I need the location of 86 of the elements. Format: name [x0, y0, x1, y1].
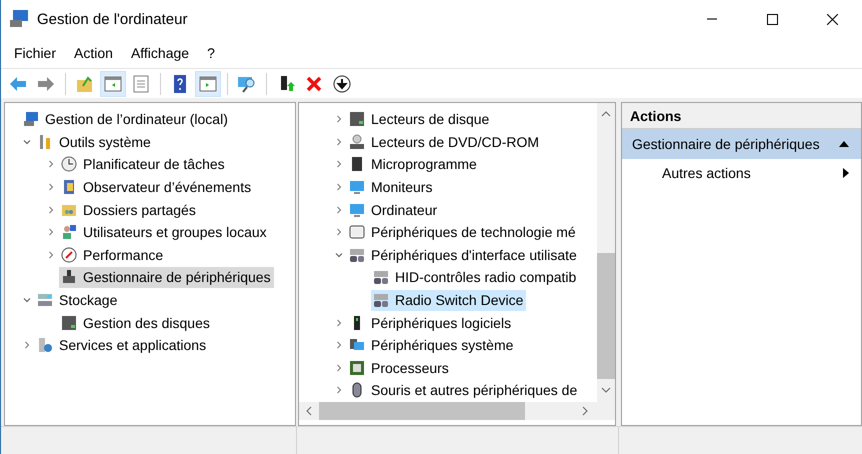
tree-label: Observateur d’événements	[83, 179, 252, 196]
monitor-icon	[349, 202, 365, 218]
horizontal-scrollbar[interactable]	[299, 402, 597, 420]
action-item[interactable]: Autres actions	[622, 159, 861, 187]
tree-label: Gestionnaire de périphériques	[83, 269, 271, 286]
tree-label: Performance	[83, 246, 164, 263]
device-icon	[61, 269, 77, 286]
tree-label: Outils système	[59, 134, 151, 150]
processor-icon	[349, 360, 365, 376]
tree-label: Microprogramme	[371, 156, 477, 172]
tree-item[interactable]: Gestionnaire de périphériques	[59, 266, 274, 288]
frame-icon	[349, 224, 365, 240]
tree-label: Périphériques de technologie mé	[371, 224, 576, 240]
tree-item[interactable]: Planificateur de tâches	[59, 154, 228, 175]
actions-section[interactable]: Gestionnaire de périphériques	[622, 129, 861, 159]
actions-header: Actions	[622, 103, 861, 129]
tree-label: Gestion de l’ordinateur (local)	[45, 111, 228, 128]
tree-label: Processeurs	[371, 360, 449, 376]
tree-label: Stockage	[59, 292, 118, 308]
menu-item[interactable]: Affichage	[124, 42, 196, 64]
tree-item[interactable]: Utilisateurs et groupes locaux	[59, 222, 270, 243]
properties-icon	[131, 74, 151, 94]
computer-management-icon	[9, 9, 29, 29]
submenu-triangle-icon	[843, 168, 849, 178]
disk-drive-icon	[61, 314, 77, 331]
down-arrow-circle-icon	[332, 74, 352, 94]
tree-item[interactable]: Gestion de l’ordinateur (local)	[21, 108, 231, 130]
tree-item[interactable]: Observateur d’événements	[59, 176, 254, 198]
tree-item[interactable]: Stockage	[35, 290, 120, 311]
pane-icon	[103, 74, 123, 94]
tree-label: Radio Switch Device	[395, 292, 524, 308]
keyboard-gamepad-icon	[373, 269, 389, 286]
storage-icon	[37, 292, 53, 308]
minimize-icon	[707, 18, 717, 20]
maximize-icon	[766, 14, 778, 24]
tree-item[interactable]: Périphériques système	[347, 334, 516, 356]
tree-label: HID-contrôles radio compatib	[395, 269, 576, 286]
menu-item[interactable]: Fichier	[7, 42, 64, 64]
clock-icon	[61, 156, 77, 172]
tree-item[interactable]: Processeurs	[347, 357, 452, 378]
tree-label: Lecteurs de DVD/CD-ROM	[371, 134, 540, 150]
tree-label: Lecteurs de disque	[371, 111, 490, 128]
disk-drive-icon	[349, 111, 365, 128]
tree-item[interactable]: Radio Switch Device	[371, 290, 526, 311]
tree-label: Périphériques logiciels	[371, 314, 512, 331]
tree-label: Dossiers partagés	[83, 202, 196, 218]
tree-label: Services et applications	[59, 337, 206, 354]
computer-icon	[23, 111, 39, 128]
users-icon	[61, 224, 77, 240]
tree-item[interactable]: HID-contrôles radio compatib	[371, 266, 580, 288]
tree-item[interactable]: Gestion des disques	[59, 312, 213, 334]
window-title: Gestion de l'ordinateur	[37, 10, 188, 28]
tree-label: Périphériques système	[371, 337, 514, 354]
tree-label: Gestion des disques	[83, 314, 210, 331]
tree-label: Périphériques d'interface utilisate	[371, 246, 577, 263]
tree-item[interactable]: Ordinateur	[347, 199, 440, 220]
tree-item[interactable]: Dossiers partagés	[59, 199, 199, 220]
gauge-icon	[61, 246, 77, 263]
dvd-drive-icon	[349, 134, 365, 150]
tree-item[interactable]: Souris et autres périphériques de	[347, 380, 580, 401]
tree-item[interactable]: Périphériques d'interface utilisate	[347, 244, 580, 266]
tree-item[interactable]: Performance	[59, 244, 166, 266]
menu-item[interactable]: Action	[67, 42, 120, 64]
tree-item[interactable]: Moniteurs	[347, 176, 436, 198]
pane-icon	[198, 74, 218, 94]
tree-item[interactable]: Outils système	[35, 131, 154, 152]
tree-label: Ordinateur	[371, 202, 438, 218]
tree-label: Souris et autres périphériques de	[371, 382, 578, 398]
keyboard-gamepad-icon	[373, 292, 389, 308]
close-icon	[826, 14, 838, 24]
tree-label: Moniteurs	[371, 179, 432, 196]
tree-label: Utilisateurs et groupes locaux	[83, 224, 267, 240]
vertical-scrollbar[interactable]	[597, 103, 615, 402]
tree-item[interactable]: Services et applications	[35, 334, 210, 356]
folder-up-icon	[75, 74, 95, 94]
menu-item[interactable]: ?	[200, 42, 222, 64]
collapse-triangle-icon	[839, 141, 849, 147]
tree-item[interactable]: Lecteurs de DVD/CD-ROM	[347, 131, 542, 152]
tree-item[interactable]: Lecteurs de disque	[347, 108, 492, 130]
tree-item[interactable]: Périphériques de technologie mé	[347, 222, 579, 243]
monitor-icon	[349, 179, 365, 196]
keyboard-gamepad-icon	[349, 246, 365, 263]
tree-item[interactable]: Microprogramme	[347, 154, 480, 175]
tree-item[interactable]: Périphériques logiciels	[347, 312, 514, 334]
log-book-icon	[61, 179, 77, 196]
tree-label: Planificateur de tâches	[83, 156, 225, 172]
